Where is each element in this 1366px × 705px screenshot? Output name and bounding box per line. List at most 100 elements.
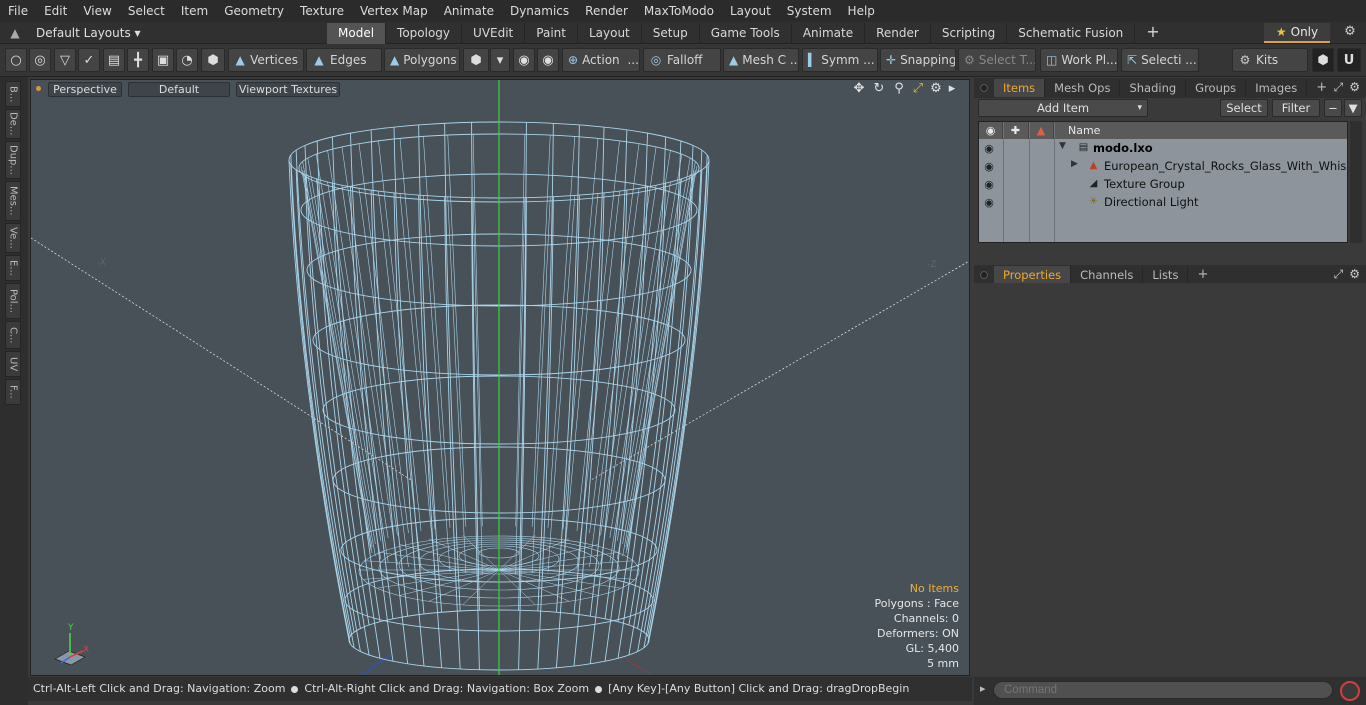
menu-edit[interactable]: Edit	[36, 0, 75, 22]
viewport-textures-button[interactable]: Viewport Textures	[236, 82, 340, 97]
snapping-button[interactable]: ✛ Snapping	[880, 48, 956, 72]
menu-help[interactable]: Help	[840, 0, 883, 22]
tab-paint[interactable]: Paint	[525, 23, 578, 44]
tab-items[interactable]: Items	[994, 79, 1046, 97]
layout-selector[interactable]: ▲ Default Layouts ▾	[4, 22, 140, 44]
item-list-scrollbar[interactable]	[1350, 121, 1362, 243]
layers-icon[interactable]: ▤	[103, 48, 125, 72]
panel-menu-dot[interactable]	[980, 84, 988, 92]
eye-icon[interactable]: ◉	[982, 160, 996, 174]
menu-view[interactable]: View	[75, 0, 119, 22]
tab-groups[interactable]: Groups	[1186, 79, 1247, 97]
tab-topology[interactable]: Topology	[386, 23, 463, 44]
wireframe-glass-model[interactable]	[31, 80, 970, 676]
zoom-view-icon[interactable]: ⚲	[891, 81, 907, 97]
menu-item[interactable]: Item	[173, 0, 216, 22]
vertices-button[interactable]: ▲ Vertices	[228, 48, 304, 72]
view-mode-button[interactable]: Perspective	[48, 82, 122, 97]
tab-scripting[interactable]: Scripting	[931, 23, 1008, 44]
clock-icon[interactable]: ◔	[176, 48, 198, 72]
tab-setup[interactable]: Setup	[642, 23, 700, 44]
menu-select[interactable]: Select	[120, 0, 173, 22]
tab-uvedit[interactable]: UVEdit	[462, 23, 526, 44]
tab-render[interactable]: Render	[865, 23, 931, 44]
tab-channels[interactable]: Channels	[1071, 266, 1144, 284]
chevron-down-icon[interactable]: ▾	[490, 48, 510, 72]
eye-icon[interactable]: ◉	[982, 178, 996, 192]
tab-properties[interactable]: Properties	[994, 266, 1072, 284]
menu-texture[interactable]: Texture	[292, 0, 352, 22]
3d-viewport[interactable]: Perspective Default Viewport Textures ✥ …	[30, 79, 970, 676]
home-icon[interactable]: ▲	[4, 26, 26, 40]
vtab-mesh-edit[interactable]: Mes...	[5, 181, 21, 221]
tab-model[interactable]: Model	[327, 23, 387, 44]
visibility-column-icon[interactable]: ◉	[979, 122, 1003, 139]
pen-icon[interactable]: ▽	[54, 48, 76, 72]
menu-layout[interactable]: Layout	[722, 0, 779, 22]
viewport-settings-icon[interactable]: ⚙	[928, 81, 944, 97]
vtab-basic[interactable]: B...	[5, 81, 21, 107]
expand-triangle-icon[interactable]: ▶	[1071, 159, 1078, 169]
add-item-button[interactable]: Add Item ▾	[978, 99, 1148, 117]
sphere-icon[interactable]: ◉	[513, 48, 535, 72]
work-plane-button[interactable]: ◫ Work Pl...	[1040, 48, 1118, 72]
tab-layout[interactable]: Layout	[578, 23, 642, 44]
gear-icon[interactable]: ⚙	[1340, 24, 1360, 42]
mesh-constraint-button[interactable]: ▲ Mesh C ...	[723, 48, 799, 72]
menu-dynamics[interactable]: Dynamics	[502, 0, 577, 22]
list-item[interactable]: ◉ ☀ Directional Light	[979, 194, 1347, 212]
name-column-header[interactable]: Name	[1054, 122, 1347, 139]
vtab-vertex[interactable]: Ve...	[5, 223, 21, 253]
expand-panel-icon[interactable]: ⤢	[1334, 80, 1344, 95]
brush-icon[interactable]: ✓	[78, 48, 100, 72]
add-tab-icon[interactable]: +	[1135, 23, 1170, 44]
expand-panel-icon[interactable]: ⤢	[1334, 267, 1344, 282]
eye-icon[interactable]: ◉	[982, 196, 996, 210]
tab-mesh-ops[interactable]: Mesh Ops	[1045, 79, 1121, 97]
unity-icon[interactable]: ⬢	[1312, 48, 1334, 72]
select-button[interactable]: Select	[1220, 99, 1268, 117]
tab-lists[interactable]: Lists	[1143, 266, 1189, 284]
lock-column-icon[interactable]: ✚	[1003, 122, 1029, 139]
move-view-icon[interactable]: ✥	[851, 81, 867, 97]
panel-gear-icon[interactable]: ⚙	[1349, 80, 1360, 95]
falloff-button[interactable]: ◎ Falloff	[643, 48, 721, 72]
add-panel-tab-icon[interactable]: +	[1188, 266, 1217, 284]
viewport-expand-icon[interactable]: ▸	[944, 81, 960, 97]
soccer-icon[interactable]: ◉	[537, 48, 559, 72]
menu-system[interactable]: System	[779, 0, 840, 22]
shading-mode-button[interactable]: Default	[128, 82, 230, 97]
vtab-uv[interactable]: UV	[5, 351, 21, 377]
menu-animate[interactable]: Animate	[436, 0, 502, 22]
globe-icon[interactable]: ◎	[29, 48, 51, 72]
crosshair-icon[interactable]: ╋	[127, 48, 149, 72]
eye-icon[interactable]: ◉	[982, 142, 996, 156]
record-macro-icon[interactable]	[1340, 681, 1360, 701]
list-item[interactable]: ◉ ◢ Texture Group	[979, 176, 1347, 194]
menu-maxtomodo[interactable]: MaxToModo	[636, 0, 722, 22]
tab-game-tools[interactable]: Game Tools	[700, 23, 792, 44]
menu-vertex-map[interactable]: Vertex Map	[352, 0, 436, 22]
tab-shading[interactable]: Shading	[1120, 79, 1187, 97]
list-item[interactable]: ◉ ▼ ▤ modo.lxo	[979, 140, 1347, 158]
viewport-menu-dot[interactable]	[36, 86, 41, 91]
menu-geometry[interactable]: Geometry	[216, 0, 292, 22]
vtab-deform[interactable]: De...	[5, 109, 21, 139]
kits-button[interactable]: ⚙ Kits	[1232, 48, 1308, 72]
tab-images[interactable]: Images	[1246, 79, 1308, 97]
action-button[interactable]: ⊕ Action ...	[562, 48, 640, 72]
cube-icon[interactable]: ⬢	[201, 48, 225, 72]
circle-select-icon[interactable]: ○	[5, 48, 27, 72]
vtab-polygon[interactable]: Pol...	[5, 283, 21, 319]
select-through-button[interactable]: ⚙ Select T...	[958, 48, 1036, 72]
polygons-button[interactable]: ▲ Polygons	[384, 48, 460, 72]
unreal-icon[interactable]: U	[1337, 48, 1361, 72]
tab-animate[interactable]: Animate	[792, 23, 866, 44]
selection-button[interactable]: ⇱ Selecti ...	[1121, 48, 1199, 72]
only-button[interactable]: ★ Only	[1264, 23, 1330, 43]
edges-button[interactable]: ▲ Edges	[306, 48, 382, 72]
expand-triangle-icon[interactable]: ▼	[1059, 141, 1066, 151]
menu-file[interactable]: File	[0, 0, 36, 22]
vtab-curve[interactable]: C...	[5, 321, 21, 349]
rotate-view-icon[interactable]: ↻	[871, 81, 887, 97]
